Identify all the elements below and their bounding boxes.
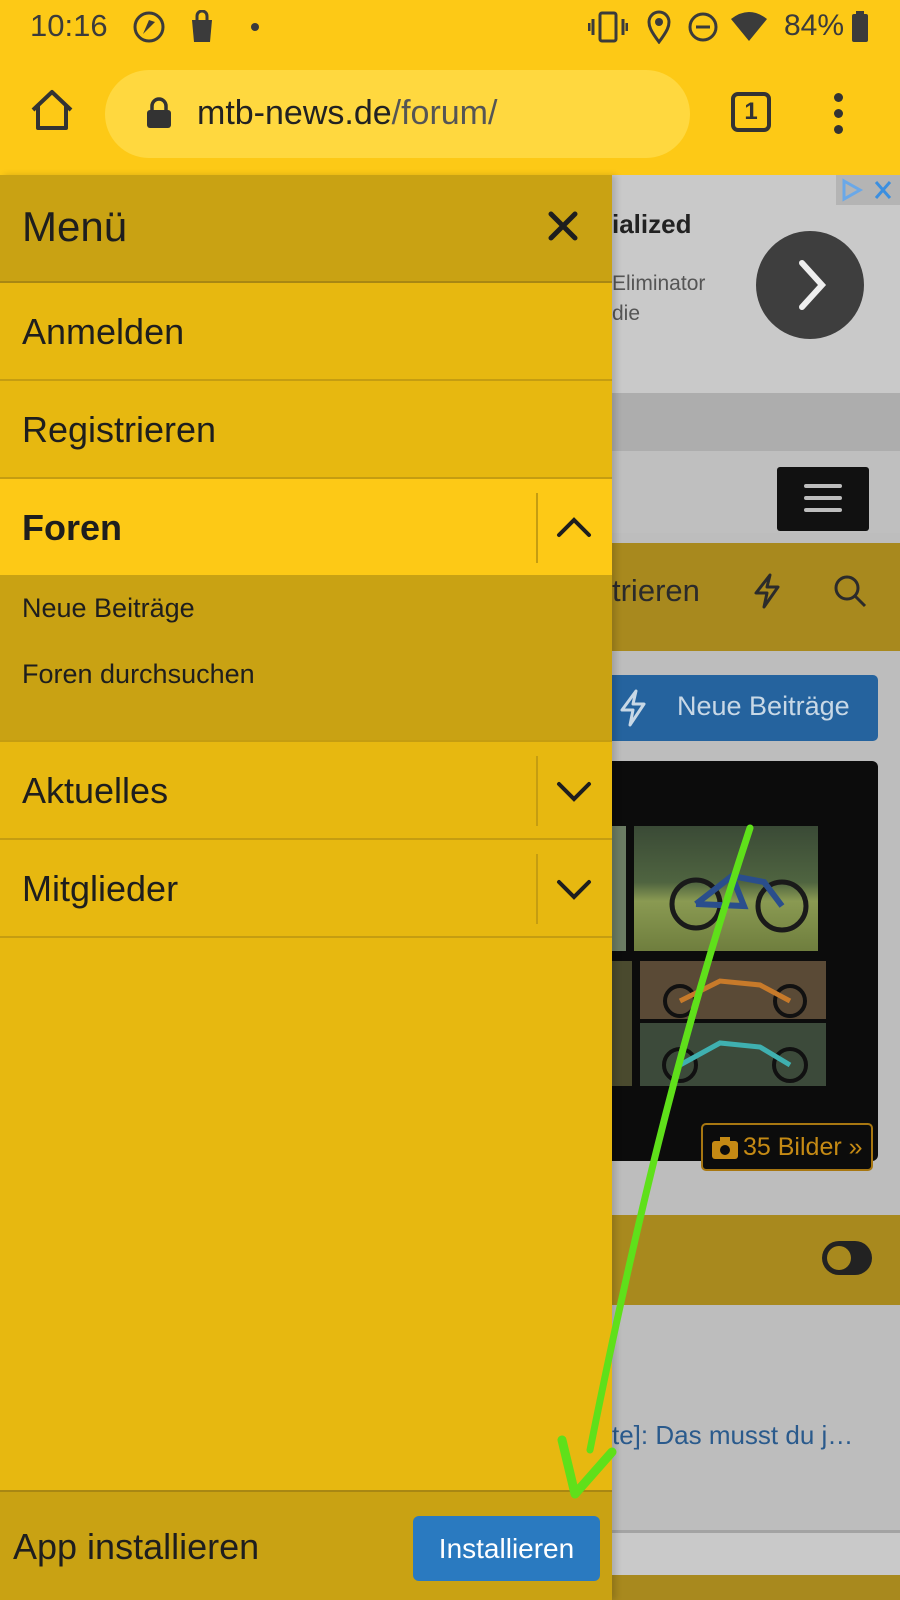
gallery-photo [640, 1023, 826, 1086]
chevron-right-icon [799, 260, 827, 310]
battery-percentage: 84% [784, 9, 845, 42]
submenu-item-search-forums[interactable]: Foren durchsuchen [22, 659, 255, 690]
more-icon-dot [833, 109, 843, 118]
divider [536, 756, 538, 826]
menu-item-news[interactable]: Aktuelles [0, 742, 612, 840]
menu-item-label: Mitglieder [22, 868, 179, 909]
install-button[interactable]: Installieren [413, 1516, 600, 1581]
photo-gallery[interactable] [600, 761, 878, 1161]
home-button[interactable] [28, 86, 76, 134]
tab-switcher-button[interactable]: 1 [731, 92, 771, 132]
close-drawer-button[interactable] [545, 208, 581, 244]
ad-choices-icon [842, 178, 892, 202]
ad-text: Eliminator die [612, 272, 706, 325]
more-icon-dot [833, 125, 843, 134]
advertisement[interactable]: ialized Eliminator die [612, 175, 900, 393]
menu-item-login[interactable]: Anmelden [0, 283, 612, 381]
address-bar[interactable]: mtb-news.de/forum/ [105, 70, 690, 158]
drawer-title: Menü [22, 203, 128, 250]
gallery-photo [640, 961, 826, 1019]
gallery-pictures-button[interactable]: 35 Bilder » [701, 1123, 873, 1171]
do-not-disturb-icon [686, 10, 720, 44]
notification-dot-icon [250, 22, 260, 32]
forums-submenu: Neue Beiträge Foren durchsuchen [0, 575, 612, 742]
page-footer-bar [612, 1575, 900, 1600]
menu-item-label: Registrieren [22, 409, 217, 450]
menu-item-label: Foren [22, 507, 123, 548]
install-app-label: App installieren [13, 1526, 260, 1567]
new-posts-button[interactable]: Neue Beiträge [600, 675, 878, 741]
shopping-bag-icon [188, 10, 216, 44]
more-icon-dot [833, 93, 843, 102]
drawer-header: Menü [0, 175, 612, 283]
menu-item-forums[interactable]: Foren [0, 479, 612, 575]
new-posts-label: Neue Beiträge [677, 691, 850, 721]
chevron-down-icon [557, 782, 591, 802]
location-icon [646, 10, 672, 44]
page-spacer [612, 393, 900, 451]
search-icon[interactable] [832, 573, 868, 609]
url-host: mtb-news.de [197, 94, 392, 132]
status-time: 10:16 [30, 8, 108, 43]
site-nav-bar: trieren [612, 543, 900, 651]
chevron-up-icon [557, 517, 591, 537]
ad-next-button[interactable] [756, 231, 864, 339]
install-app-bar: App installieren Installieren [0, 1490, 612, 1600]
close-icon [548, 211, 578, 241]
lightning-icon [618, 689, 648, 727]
article-link[interactable]: te]: Das musst du j… [612, 1420, 853, 1451]
divider [536, 854, 538, 924]
site-nav-register[interactable]: trieren [612, 573, 700, 609]
lock-icon [145, 96, 173, 130]
url-text: mtb-news.de/forum/ [197, 94, 497, 133]
submenu-item-new-posts[interactable]: Neue Beiträge [22, 593, 195, 624]
divider [536, 493, 538, 563]
wifi-icon [730, 10, 768, 44]
menu-item-label: Anmelden [22, 311, 185, 352]
navigation-drawer: Menü Anmelden Registrieren Foren Neue Be… [0, 175, 612, 1600]
battery-icon [850, 10, 870, 44]
menu-item-label: Aktuelles [22, 770, 169, 811]
collapse-forums-button[interactable] [553, 507, 595, 549]
status-bar: 10:16 84% [0, 0, 900, 54]
gallery-pictures-label: 35 Bilder » [743, 1133, 863, 1161]
expand-news-button[interactable] [553, 770, 595, 812]
home-icon [31, 90, 73, 130]
ad-title: ialized [612, 209, 692, 239]
lightning-icon[interactable] [752, 573, 782, 609]
site-menu-button[interactable] [777, 467, 869, 531]
style-toggle[interactable] [822, 1241, 872, 1275]
camera-icon [711, 1136, 739, 1160]
overflow-menu-button[interactable] [826, 90, 850, 138]
vibrate-icon [588, 10, 628, 44]
menu-item-members[interactable]: Mitglieder [0, 840, 612, 938]
browser-toolbar: mtb-news.de/forum/ 1 [0, 54, 900, 175]
bike-image-icon [669, 872, 809, 933]
ad-choices[interactable] [836, 175, 900, 205]
expand-members-button[interactable] [553, 868, 595, 910]
news-app-icon [132, 10, 166, 44]
menu-item-register[interactable]: Registrieren [0, 381, 612, 479]
url-path: /forum/ [391, 94, 498, 132]
gallery-photo [634, 826, 818, 951]
chevron-down-icon [557, 880, 591, 900]
